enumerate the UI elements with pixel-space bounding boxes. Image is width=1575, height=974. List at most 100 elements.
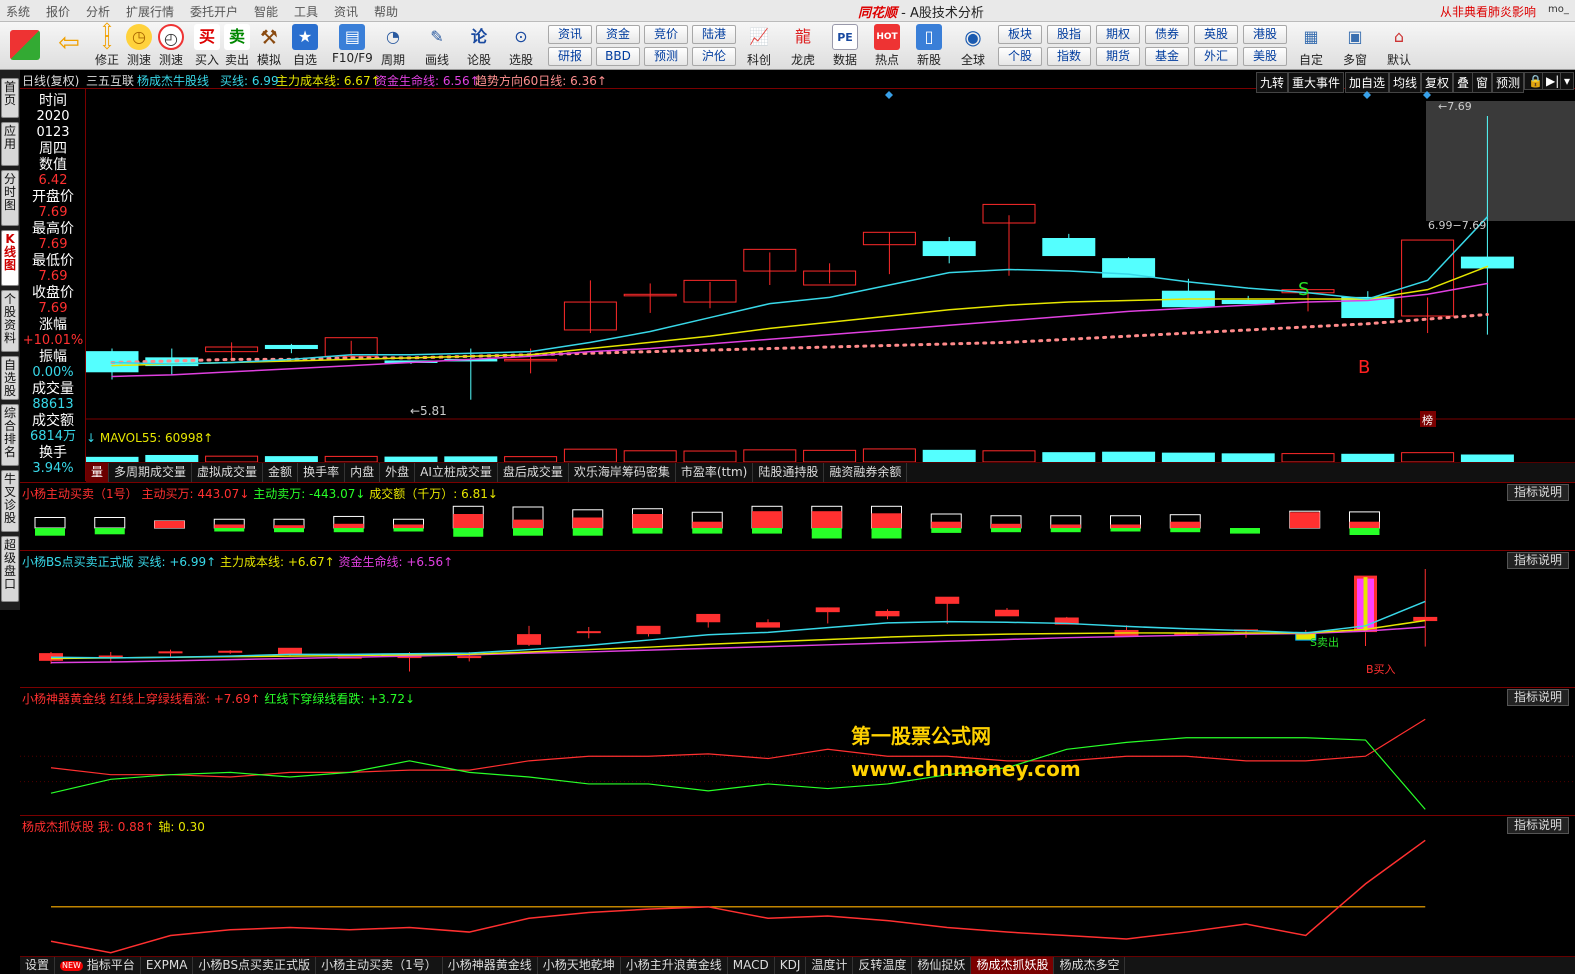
bs-points-chart[interactable]: S卖出 B买入 bbox=[20, 569, 1575, 688]
tab-chip-density[interactable]: 欢乐海岸筹码密集 bbox=[569, 463, 676, 482]
auction-button[interactable]: 竞价 bbox=[644, 25, 688, 44]
windows-button[interactable] bbox=[10, 30, 40, 61]
tab-yangxian[interactable]: 杨仙捉妖 bbox=[912, 957, 972, 974]
period-button[interactable]: ◔ 周期 bbox=[380, 24, 406, 68]
sidenav-diagnose[interactable]: 牛叉诊股 bbox=[1, 470, 19, 532]
simulate-button[interactable]: ⚒ 模拟 bbox=[256, 24, 282, 68]
tab-after-hours[interactable]: 盘后成交量 bbox=[498, 463, 569, 482]
hk-connect-button[interactable]: 陆港 bbox=[692, 25, 736, 44]
star-market-button[interactable]: 📈 科创 bbox=[746, 24, 772, 68]
menu-analysis[interactable]: 分析 bbox=[86, 3, 110, 20]
kline-chart[interactable]: ←7.69 6.99−7.69 ←5.81 S B 榜 bbox=[86, 89, 1575, 429]
news-button[interactable]: 资讯 bbox=[548, 25, 592, 44]
sidenav-kline[interactable]: K线图 bbox=[1, 230, 19, 286]
menu-tools[interactable]: 工具 bbox=[294, 3, 318, 20]
multi-window-button[interactable]: ▣ 多窗 bbox=[1342, 24, 1368, 68]
sidenav-timeline[interactable]: 分时图 bbox=[1, 170, 19, 226]
default-button[interactable]: ⌂ 默认 bbox=[1386, 24, 1412, 68]
futures-button[interactable]: 期货 bbox=[1096, 47, 1140, 66]
global-button[interactable]: ◉ 全球 bbox=[960, 24, 986, 68]
tab-turnover-rate[interactable]: 换手率 bbox=[298, 463, 346, 482]
speed-test2-button[interactable]: ◴ 测速 bbox=[158, 24, 184, 68]
tab-volume[interactable]: 量 bbox=[86, 463, 110, 482]
fund-button[interactable]: 资金 bbox=[596, 25, 640, 44]
single-stock-button[interactable]: 个股 bbox=[998, 47, 1042, 66]
sector-button[interactable]: 板块 bbox=[998, 25, 1042, 44]
hk-stocks-button[interactable]: 港股 bbox=[1243, 25, 1287, 44]
speed-test-button[interactable]: ◷ 测速 bbox=[126, 24, 152, 68]
tab-kdj[interactable]: KDJ bbox=[775, 957, 807, 974]
research-button[interactable]: 研报 bbox=[548, 47, 592, 66]
menu-system[interactable]: 系统 bbox=[6, 3, 30, 20]
indicator-help-button[interactable]: 指标说明 bbox=[1507, 484, 1569, 501]
tab-bs-points[interactable]: 小杨BS点买卖正式版 bbox=[193, 957, 317, 974]
discuss-button[interactable]: 论论股 bbox=[466, 24, 492, 68]
dragon-tiger-button[interactable]: 龍龙虎 bbox=[790, 24, 816, 68]
tab-golden-line[interactable]: 小杨神器黄金线 bbox=[443, 957, 538, 974]
tab-thermometer[interactable]: 温度计 bbox=[806, 957, 854, 974]
tab-multi-period-volume[interactable]: 多周期成交量 bbox=[109, 463, 193, 482]
tab-active-trading[interactable]: 小杨主动买卖（1号） bbox=[316, 957, 443, 974]
tab-margin[interactable]: 融资融券余额 bbox=[824, 463, 908, 482]
uk-stocks-button[interactable]: 英股 bbox=[1194, 25, 1238, 44]
f10-button[interactable]: ▤ F10/F9 bbox=[332, 24, 373, 65]
tab-inner[interactable]: 内盘 bbox=[345, 463, 381, 482]
tab-macd[interactable]: MACD bbox=[728, 957, 775, 974]
tab-settings[interactable]: 设置 bbox=[20, 957, 56, 974]
tab-ai-volume[interactable]: AI立桩成交量 bbox=[415, 463, 498, 482]
sidenav-home[interactable]: 首页 bbox=[1, 78, 19, 118]
indicator-name[interactable]: 杨成杰牛股线 bbox=[137, 72, 209, 89]
tab-long-short[interactable]: 杨成杰多空 bbox=[1054, 957, 1126, 974]
bbd-button[interactable]: BBD bbox=[596, 47, 640, 66]
volume-chart[interactable] bbox=[86, 429, 1575, 462]
tab-pe-ttm[interactable]: 市盈率(ttm) bbox=[676, 463, 754, 482]
sidenav-profile[interactable]: 个股资料 bbox=[1, 290, 19, 352]
ipo-button[interactable]: ▯ 新股 bbox=[916, 24, 942, 68]
menu-smart[interactable]: 智能 bbox=[254, 3, 278, 20]
tab-expma[interactable]: EXPMA bbox=[141, 957, 194, 974]
monster-stock-chart[interactable] bbox=[20, 834, 1575, 957]
stock-picker-button[interactable]: ⊙ 选股 bbox=[508, 24, 534, 68]
dropdown-icon[interactable]: ▾ bbox=[1560, 72, 1575, 90]
stock-index-button[interactable]: 股指 bbox=[1047, 25, 1091, 44]
news-ticker[interactable]: 从非典看肺炎影响 bbox=[1440, 3, 1536, 20]
sidenav-apps[interactable]: 应用 bbox=[1, 122, 19, 166]
menu-quote[interactable]: 报价 bbox=[46, 3, 70, 20]
us-stocks-button[interactable]: 美股 bbox=[1243, 47, 1287, 66]
period-label[interactable]: 日线(复权) bbox=[22, 72, 79, 89]
hotspot-button[interactable]: HOT 热点 bbox=[874, 24, 900, 68]
forecast-button[interactable]: 预测 bbox=[644, 47, 688, 66]
funds-button[interactable]: 基金 bbox=[1145, 47, 1189, 66]
tab-virtual-volume[interactable]: 虚拟成交量 bbox=[192, 463, 264, 482]
menu-extended-quote[interactable]: 扩展行情 bbox=[126, 3, 174, 20]
forex-button[interactable]: 外汇 bbox=[1194, 47, 1238, 66]
customize-button[interactable]: ▦ 自定 bbox=[1298, 24, 1324, 68]
sell-button[interactable]: 卖卖出 bbox=[224, 24, 250, 68]
tab-reverse-temp[interactable]: 反转温度 bbox=[853, 957, 913, 974]
sidenav-watchlist[interactable]: 自选股 bbox=[1, 356, 19, 400]
indicator-help-button[interactable]: 指标说明 bbox=[1507, 689, 1569, 706]
tab-amount[interactable]: 金额 bbox=[263, 463, 299, 482]
active-trading-chart[interactable] bbox=[20, 501, 1575, 551]
menu-trade-account[interactable]: 委托开户 bbox=[190, 3, 238, 20]
sidenav-super-board[interactable]: 超级盘口 bbox=[1, 536, 19, 602]
indicator-help-button[interactable]: 指标说明 bbox=[1507, 817, 1569, 834]
tab-monster-stock[interactable]: 杨成杰抓妖股 bbox=[971, 957, 1055, 974]
watchlist-button[interactable]: ★ 自选 bbox=[292, 24, 318, 68]
menu-news[interactable]: 资讯 bbox=[334, 3, 358, 20]
tab-indicator-platform[interactable]: NEW 指标平台 bbox=[55, 957, 141, 974]
tab-main-wave[interactable]: 小杨主升浪黄金线 bbox=[621, 957, 728, 974]
options-button[interactable]: 期权 bbox=[1096, 25, 1140, 44]
fix-button[interactable]: ⇧ ⇩ 修正 bbox=[94, 22, 120, 68]
sidenav-ranking[interactable]: 综合排名 bbox=[1, 404, 19, 466]
tab-heaven-earth[interactable]: 小杨天地乾坤 bbox=[538, 957, 621, 974]
tab-outer[interactable]: 外盘 bbox=[380, 463, 416, 482]
draw-line-button[interactable]: ✎ 画线 bbox=[424, 24, 450, 68]
tab-stock-connect[interactable]: 陆股通持股 bbox=[753, 463, 825, 482]
shanghai-london-button[interactable]: 沪伦 bbox=[692, 47, 736, 66]
index-button[interactable]: 指数 bbox=[1047, 47, 1091, 66]
buy-button[interactable]: 买买入 bbox=[194, 24, 220, 68]
user-name[interactable]: mo_ bbox=[1548, 4, 1569, 15]
indicator-help-button[interactable]: 指标说明 bbox=[1507, 552, 1569, 569]
bonds-button[interactable]: 债券 bbox=[1145, 25, 1189, 44]
